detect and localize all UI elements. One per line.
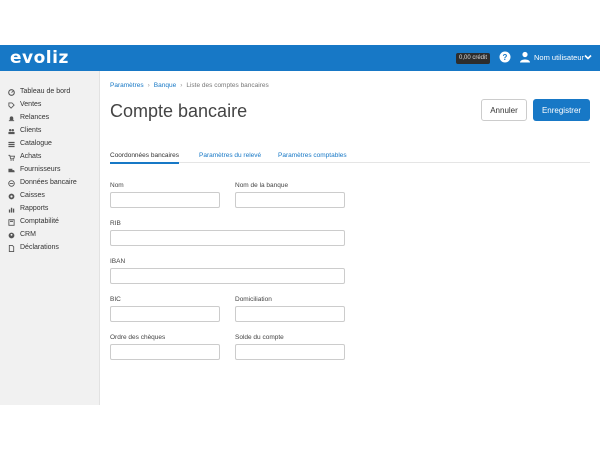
nom-banque-label: Nom de la banque <box>235 182 289 189</box>
bic-field[interactable] <box>110 306 220 322</box>
users-icon <box>8 128 15 134</box>
document-icon <box>8 244 15 252</box>
nom-label: Nom <box>110 182 124 189</box>
sidebar-item-achats[interactable]: Achats <box>8 151 41 163</box>
tab-bar: Coordonnées bancaires Paramètres du rele… <box>110 151 590 164</box>
help-icon[interactable]: ? <box>499 51 511 63</box>
sidebar-item-comptabilite[interactable]: Comptabilité <box>8 216 59 228</box>
chevron-down-icon[interactable] <box>584 53 592 61</box>
save-button[interactable]: Enregistrer <box>533 99 590 121</box>
crm-icon <box>8 232 15 238</box>
sidebar-item-clients[interactable]: Clients <box>8 125 41 137</box>
evoliz-logo[interactable]: evoliz <box>10 48 69 68</box>
nom-field[interactable] <box>110 192 220 208</box>
sidebar-item-relances[interactable]: Relances <box>8 112 49 124</box>
cash-icon <box>8 193 15 199</box>
breadcrumb-separator: › <box>180 82 183 89</box>
credit-badge[interactable]: 0,00 crédit <box>456 53 491 64</box>
cancel-button[interactable]: Annuler <box>481 99 527 121</box>
grid-icon <box>8 141 15 147</box>
breadcrumb-current: Liste des comptes bancaires <box>186 82 269 89</box>
dashboard-icon <box>8 88 15 96</box>
sidebar-item-label: CRM <box>20 231 36 238</box>
tab-coordonnees-bancaires[interactable]: Coordonnées bancaires <box>110 151 180 164</box>
sidebar-item-catalogue[interactable]: Catalogue <box>8 138 52 150</box>
sidebar-item-donnees-bancaire[interactable]: Données bancaire <box>8 177 77 189</box>
top-navbar: evoliz 0,00 crédit ? Nom utilisateur <box>0 45 600 71</box>
sidebar-item-label: Relances <box>20 114 50 121</box>
sidebar-item-caisses[interactable]: Caisses <box>8 190 45 202</box>
username-label[interactable]: Nom utilisateur <box>534 52 584 64</box>
solde-compte-label: Solde du compte <box>235 334 284 341</box>
sidebar-item-label: Tableau de bord <box>20 88 71 95</box>
sidebar-item-label: Caisses <box>20 192 45 199</box>
chart-icon <box>8 207 15 213</box>
bank-icon <box>8 179 15 187</box>
tag-icon <box>8 101 15 109</box>
iban-label: IBAN <box>110 258 126 265</box>
bell-icon <box>8 115 15 121</box>
bic-label: BIC <box>110 296 121 303</box>
cart-icon <box>8 154 15 161</box>
svg-text:?: ? <box>503 53 508 62</box>
sidebar-item-label: Données bancaire <box>20 179 77 186</box>
sidebar-item-declarations[interactable]: Déclarations <box>8 242 59 254</box>
sidebar-item-label: Comptabilité <box>20 218 59 225</box>
rib-field[interactable] <box>110 230 345 246</box>
supplier-icon <box>8 168 15 172</box>
tab-parametres-comptables[interactable]: Paramètres comptables <box>278 151 347 161</box>
sidebar-item-label: Déclarations <box>20 244 59 251</box>
page-title: Compte bancaire <box>110 101 248 121</box>
breadcrumb-link-parametres[interactable]: Paramètres <box>110 82 144 89</box>
sidebar-item-label: Clients <box>20 127 42 134</box>
sidebar-item-rapports[interactable]: Rapports <box>8 203 48 215</box>
sidebar-item-fournisseurs[interactable]: Fournisseurs <box>8 164 60 176</box>
ordre-cheques-field[interactable] <box>110 344 220 360</box>
domiciliation-label: Domiciliation <box>235 296 272 303</box>
rib-label: RIB <box>110 220 121 227</box>
iban-field[interactable] <box>110 268 345 284</box>
breadcrumb-separator: › <box>147 82 150 89</box>
sidebar-item-label: Achats <box>20 153 42 160</box>
sidebar-item-label: Rapports <box>20 205 49 212</box>
sidebar-item-tableau-de-bord[interactable]: Tableau de bord <box>8 86 70 98</box>
app-window: evoliz 0,00 crédit ? Nom utilisateur Tab… <box>0 45 600 405</box>
sidebar-item-label: Fournisseurs <box>20 166 61 173</box>
sidebar-item-crm[interactable]: CRM <box>8 229 36 241</box>
accounting-icon <box>8 218 15 226</box>
tab-parametres-releve[interactable]: Paramètres du relevé <box>199 151 261 161</box>
sidebar: Tableau de bord Ventes Relances Clients … <box>0 71 100 405</box>
main-content: Paramètres › Banque › Liste des comptes banc… <box>100 71 600 405</box>
domiciliation-field[interactable] <box>235 306 345 322</box>
breadcrumb-link-banque[interactable]: Banque <box>154 82 176 89</box>
sidebar-item-label: Catalogue <box>20 140 52 147</box>
ordre-cheques-label: Ordre des chèques <box>110 334 166 341</box>
sidebar-item-label: Ventes <box>20 101 42 108</box>
user-icon[interactable] <box>519 51 531 63</box>
breadcrumb: Paramètres › Banque › Liste des comptes banc… <box>110 81 269 91</box>
solde-compte-field[interactable] <box>235 344 345 360</box>
nom-banque-field[interactable] <box>235 192 345 208</box>
sidebar-item-ventes[interactable]: Ventes <box>8 99 41 111</box>
